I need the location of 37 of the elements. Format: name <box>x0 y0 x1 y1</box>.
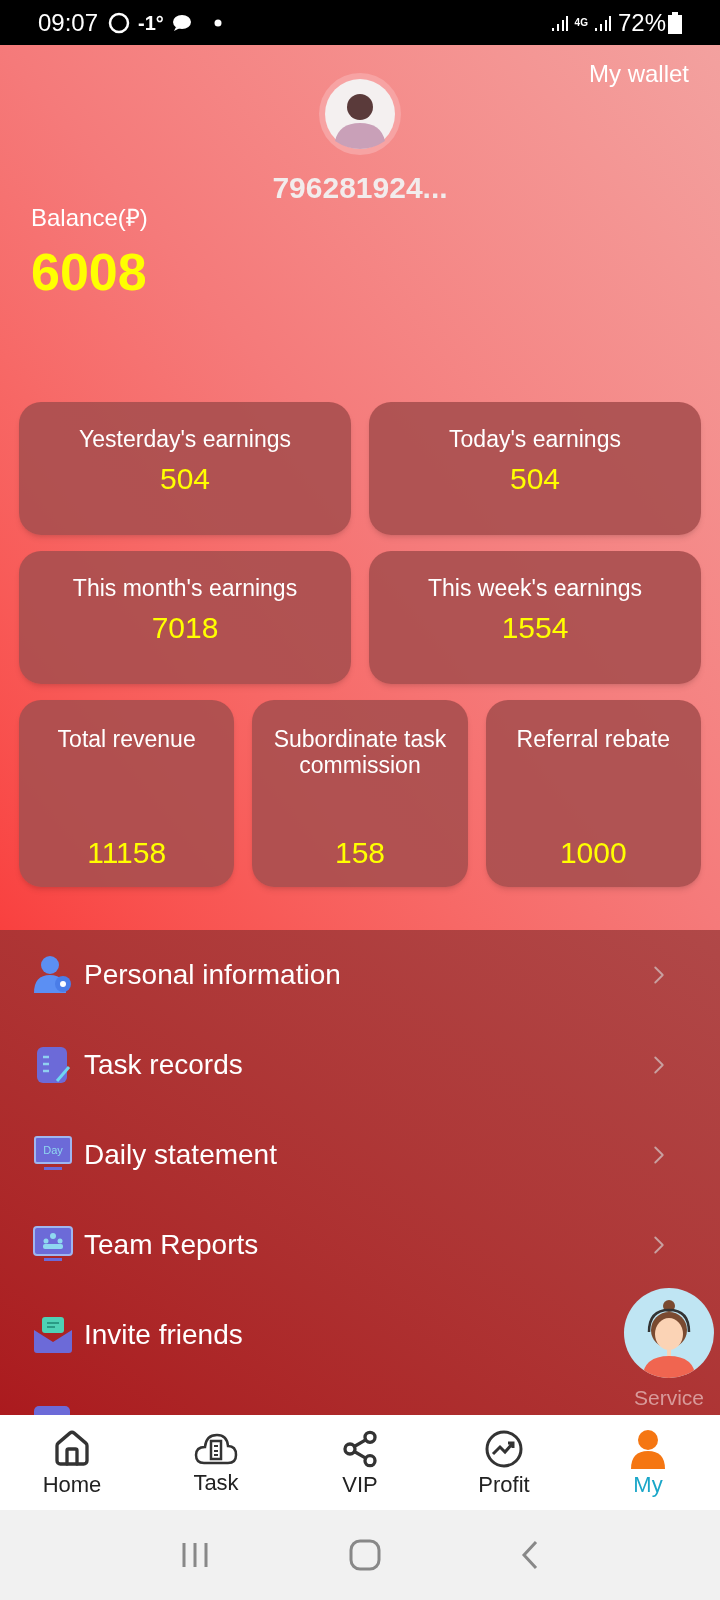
clock-text: 09:07 <box>38 7 99 38</box>
menu-label: Task records <box>84 1048 244 1082</box>
menu-item[interactable]: Team Reports <box>0 1200 720 1290</box>
earnings-label: Today's earnings <box>449 426 621 452</box>
earnings-label: This month's earnings <box>72 575 298 601</box>
menu-item[interactable]: Task records <box>0 1020 720 1110</box>
earnings-label: Referral rebate <box>516 726 671 754</box>
earnings-value: 11158 <box>87 835 167 871</box>
menu-label: Team Reports <box>84 1228 260 1262</box>
earnings-value: 1000 <box>559 835 627 871</box>
menu-item[interactable]: Invite friends <box>0 1290 720 1380</box>
username: 796281924... <box>272 170 448 206</box>
battery-text: 72% <box>617 7 666 38</box>
network-text: 4G <box>574 16 588 30</box>
service-label: Service <box>634 1385 704 1411</box>
balance-amount: 6008 <box>31 242 148 302</box>
menu-label: Daily statement <box>84 1138 278 1172</box>
tab[interactable]: VIP <box>288 1415 432 1510</box>
menu-item[interactable]: Personal information <box>0 930 720 1020</box>
tab[interactable]: Home <box>0 1415 144 1510</box>
earnings-value: 7018 <box>151 610 219 646</box>
earnings-value: 504 <box>159 461 211 497</box>
tab[interactable]: Profit <box>432 1415 576 1510</box>
earnings-value: 504 <box>509 461 561 497</box>
earnings-value: 1554 <box>501 610 569 646</box>
menu-label: Personal information <box>84 958 342 992</box>
tab[interactable]: Task <box>144 1415 288 1510</box>
earnings-value: 158 <box>334 835 385 871</box>
balance-label: Balance(₽) <box>31 203 149 233</box>
earnings-label: This week's earnings <box>427 575 642 601</box>
earnings-label: Subordinate task commission <box>272 726 448 780</box>
menu-item[interactable]: Day Daily statement <box>0 1110 720 1200</box>
temperature-text: -1° <box>138 10 164 36</box>
menu-label: Invite friends <box>84 1318 244 1352</box>
earnings-label: Yesterday's earnings <box>79 426 291 452</box>
monitor-day-text: Day <box>43 1142 63 1158</box>
earnings-label: Total revenue <box>57 726 196 754</box>
